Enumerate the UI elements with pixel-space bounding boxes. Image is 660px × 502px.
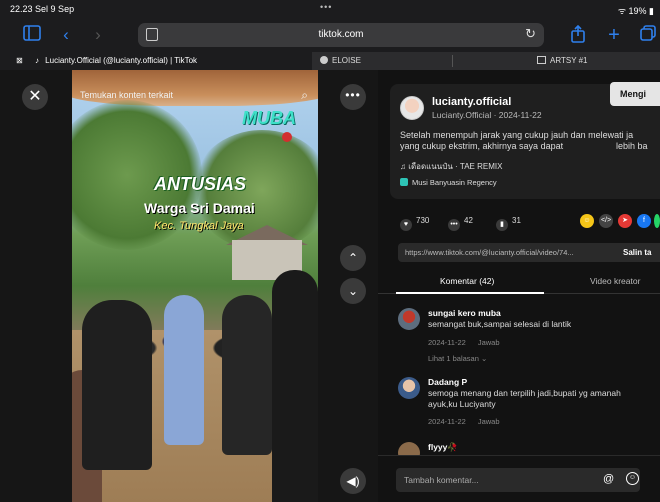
see-more-link[interactable]: lebih ba bbox=[616, 141, 648, 151]
comment-button[interactable]: ••• 42 bbox=[448, 216, 473, 231]
heart-icon: ♥ bbox=[400, 219, 412, 231]
tab-eloise[interactable]: ELOISE bbox=[320, 52, 450, 70]
whatsapp-icon[interactable] bbox=[654, 214, 660, 228]
close-tab-icon[interactable]: ⊠ bbox=[16, 56, 23, 65]
multitask-dots-icon[interactable]: ••• bbox=[320, 2, 332, 12]
address-bar[interactable]: tiktok.com ↻ bbox=[138, 23, 544, 47]
share-icon[interactable] bbox=[568, 24, 588, 45]
video-person bbox=[272, 270, 318, 502]
tabs-overview-icon[interactable] bbox=[638, 25, 658, 45]
list-item: Dadang P semoga menang dan terpilih jadi… bbox=[398, 377, 660, 437]
tab-comments[interactable]: Komentar (42) bbox=[440, 276, 494, 286]
follow-button[interactable]: Mengi bbox=[610, 82, 660, 106]
search-placeholder: Temukan konten terkait bbox=[80, 90, 174, 100]
more-icon[interactable]: ••• bbox=[340, 84, 366, 110]
comment-icon: ••• bbox=[448, 219, 460, 231]
at-icon[interactable]: @ bbox=[603, 473, 614, 485]
comment-username[interactable]: flyyy🥀 bbox=[428, 442, 458, 453]
video-pane: ✕ Temukan konten terkait ⌕ MUBA ANTUSIAS… bbox=[0, 70, 378, 502]
tab-label: ELOISE bbox=[332, 56, 361, 65]
volume-icon[interactable]: ◀) bbox=[340, 468, 366, 494]
share-send-icon[interactable]: ➤ bbox=[618, 214, 632, 228]
comment-composer: Tambah komentar... @ ☺ bbox=[378, 455, 660, 502]
avatar[interactable] bbox=[398, 308, 420, 330]
video-player[interactable]: Temukan konten terkait ⌕ MUBA ANTUSIAS W… bbox=[72, 70, 318, 502]
tab-favicon-icon bbox=[320, 56, 328, 64]
muba-logo: MUBA bbox=[242, 108, 296, 128]
emoji-icon[interactable]: ☺ bbox=[626, 472, 639, 485]
tab-label: ARTSY #1 bbox=[550, 56, 588, 65]
avatar[interactable] bbox=[400, 96, 424, 120]
chevron-up-icon[interactable]: ⌃ bbox=[340, 245, 366, 271]
copy-link-button[interactable]: Salin ta bbox=[618, 243, 660, 262]
comment-meta: 2024-11-22 Jawab bbox=[428, 417, 500, 426]
video-overlay-title: ANTUSIAS bbox=[154, 174, 247, 194]
save-count: 31 bbox=[512, 216, 521, 225]
status-time: 22.23 Sel 9 Sep bbox=[10, 4, 75, 14]
back-icon[interactable]: ‹ bbox=[56, 25, 76, 45]
comment-text: ayuk,ku Luciyanty bbox=[428, 399, 496, 409]
forward-icon[interactable]: › bbox=[88, 25, 108, 45]
video-person bbox=[82, 300, 152, 470]
list-item: flyyy🥀 bbox=[398, 442, 660, 464]
comment-username[interactable]: Dadang P bbox=[428, 377, 467, 387]
comment-username[interactable]: sungai kero muba bbox=[428, 308, 501, 318]
post-description: yang cukup ekstrim, akhirnya saya dapat bbox=[400, 141, 564, 151]
search-icon[interactable]: ⌕ bbox=[301, 88, 308, 103]
comment-text: semangat buk,sampai selesai di lantik bbox=[428, 319, 572, 329]
like-count: 730 bbox=[416, 216, 430, 225]
comment-meta: 2024-11-22 Jawab bbox=[428, 338, 500, 347]
logo-mark bbox=[282, 132, 292, 142]
post-description: Setelah menempuh jarak yang cukup jauh d… bbox=[400, 130, 634, 140]
video-person bbox=[164, 295, 204, 445]
tab-bar: ⊠ ♪ Lucianty.Official (@lucianty.officia… bbox=[0, 52, 660, 70]
tab-creator-videos[interactable]: Video kreator bbox=[590, 276, 640, 286]
reply-button[interactable]: Jawab bbox=[478, 338, 500, 347]
post-username[interactable]: lucianty.official bbox=[432, 96, 511, 108]
post-subline: Lucianty.Official · 2024-11-22 bbox=[432, 110, 542, 120]
list-item: sungai kero muba semangat buk,sampai sel… bbox=[398, 308, 660, 366]
tab-separator bbox=[452, 55, 453, 67]
location-icon bbox=[400, 178, 408, 186]
related-search-input[interactable]: Temukan konten terkait ⌕ bbox=[80, 88, 312, 106]
page-content: ✕ Temukan konten terkait ⌕ MUBA ANTUSIAS… bbox=[0, 70, 660, 502]
tab-label: Lucianty.Official (@lucianty.official) |… bbox=[45, 56, 198, 65]
comment-tabs: Komentar (42) Video kreator bbox=[378, 270, 660, 294]
tab-tiktok[interactable]: ⊠ ♪ Lucianty.Official (@lucianty.officia… bbox=[0, 52, 312, 70]
tab-favicon-icon bbox=[537, 56, 546, 64]
location-text: Musi Banyuasin Regency bbox=[412, 178, 497, 187]
video-person bbox=[222, 295, 272, 455]
video-overlay-subtitle: Warga Sri Damai bbox=[144, 200, 255, 216]
location-tag[interactable]: Musi Banyuasin Regency bbox=[400, 178, 497, 187]
share-emoji-icon[interactable]: ☺ bbox=[580, 214, 594, 228]
details-pane: lucianty.official Lucianty.Official · 20… bbox=[378, 70, 660, 502]
like-button[interactable]: ♥ 730 bbox=[400, 216, 429, 231]
avatar[interactable] bbox=[398, 377, 420, 399]
embed-icon[interactable]: </> bbox=[599, 214, 613, 228]
video-overlay-location: Kec. Tungkal Jaya bbox=[154, 220, 244, 232]
sidebar-icon[interactable] bbox=[22, 25, 42, 45]
bookmark-button[interactable]: ▮ 31 bbox=[496, 216, 521, 231]
reload-icon[interactable]: ↻ bbox=[525, 26, 536, 42]
tab-artsy[interactable]: ARTSY #1 bbox=[537, 52, 657, 70]
view-replies-link[interactable]: Lihat 1 balasan ⌄ bbox=[428, 354, 487, 363]
active-tab-indicator bbox=[396, 292, 544, 294]
reply-button[interactable]: Jawab bbox=[478, 417, 500, 426]
comment-date: 2024-11-22 bbox=[428, 338, 466, 347]
browser-toolbar: ‹ › tiktok.com ↻ + bbox=[0, 18, 660, 52]
music-link[interactable]: ♫ เดือดแนนป๋น · TAE REMIX bbox=[400, 160, 502, 173]
status-bar: 22.23 Sel 9 Sep ••• ᯤ 19% ▮ bbox=[0, 0, 660, 18]
bookmark-icon: ▮ bbox=[496, 219, 508, 231]
new-tab-icon[interactable]: + bbox=[604, 25, 624, 45]
chevron-down-icon[interactable]: ⌄ bbox=[340, 278, 366, 304]
comment-date: 2024-11-22 bbox=[428, 417, 466, 426]
battery-indicator: ᯤ 19% ▮ bbox=[617, 6, 654, 16]
comment-text: semoga menang dan terpilih jadi,bupati y… bbox=[428, 388, 621, 398]
url-text: tiktok.com bbox=[318, 29, 364, 40]
facebook-icon[interactable]: f bbox=[637, 214, 651, 228]
close-icon[interactable]: ✕ bbox=[22, 84, 48, 110]
comment-count: 42 bbox=[464, 216, 473, 225]
tiktok-icon: ♪ bbox=[34, 56, 39, 65]
